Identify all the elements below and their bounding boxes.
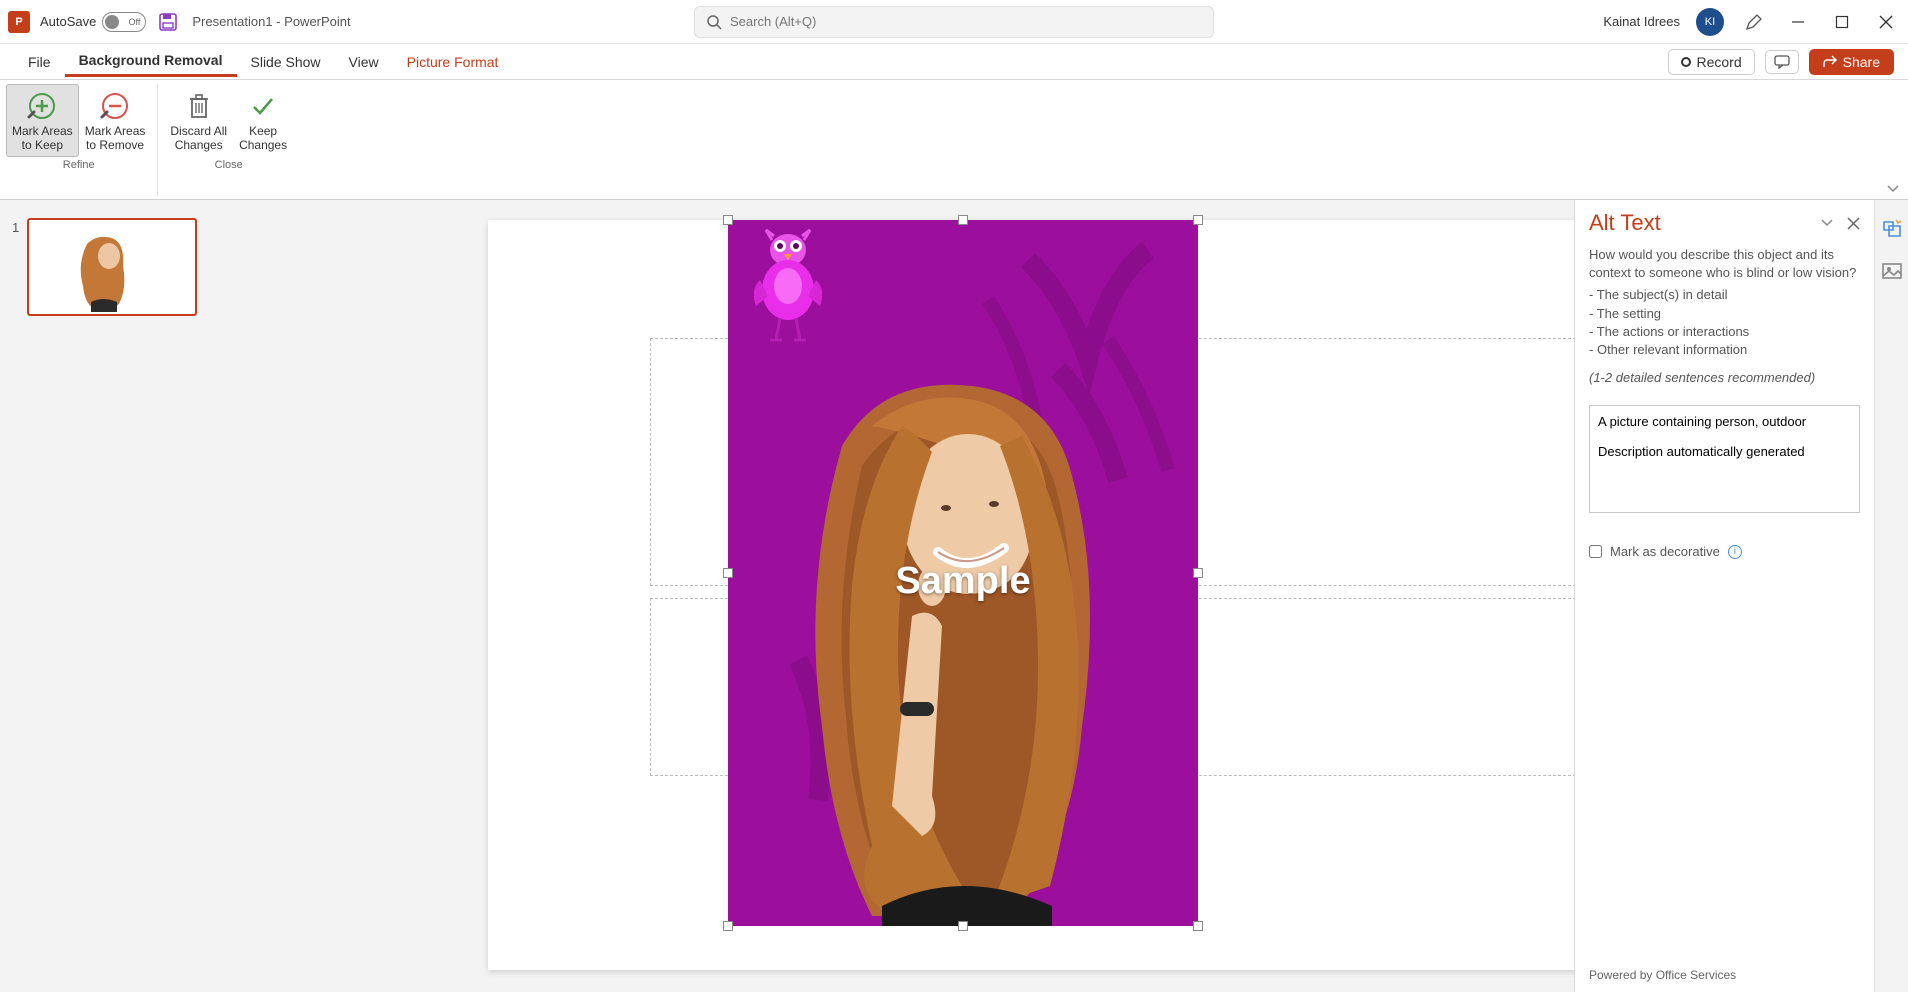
resize-handle[interactable] [958, 921, 968, 931]
record-icon [1681, 57, 1691, 67]
ribbon-tabs: File Background Removal Slide Show View … [0, 44, 1908, 80]
selected-picture[interactable]: Sample [728, 220, 1198, 926]
alt-footer: Powered by Office Services [1575, 958, 1874, 992]
discard-changes-button[interactable]: Discard All Changes [164, 84, 233, 157]
autosave-state: Off [129, 17, 141, 27]
tab-picture-format[interactable]: Picture Format [393, 48, 513, 76]
alt-bullet: Other relevant information [1589, 341, 1860, 359]
search-wrap [694, 6, 1214, 38]
user-avatar[interactable]: KI [1696, 8, 1724, 36]
resize-handle[interactable] [1193, 568, 1203, 578]
maximize-button[interactable] [1828, 8, 1856, 36]
keep-label: Keep Changes [239, 124, 287, 153]
designer-icon[interactable] [1881, 218, 1903, 240]
alt-hint: (1-2 detailed sentences recommended) [1589, 369, 1860, 387]
slide-thumbnail-1[interactable] [27, 218, 197, 316]
slide-number: 1 [12, 218, 19, 316]
alt-text-pane: Alt Text How would you describe this obj… [1574, 200, 1874, 992]
share-label: Share [1843, 54, 1880, 70]
record-label: Record [1697, 54, 1742, 70]
resize-handle[interactable] [723, 215, 733, 225]
mark-remove-label: Mark Areas to Remove [85, 124, 146, 153]
collapse-ribbon-icon[interactable] [1886, 181, 1900, 195]
comments-button[interactable] [1765, 50, 1799, 74]
thumb-person-icon [67, 232, 141, 312]
mark-areas-keep-button[interactable]: Mark Areas to Keep [6, 84, 79, 157]
record-button[interactable]: Record [1668, 49, 1755, 75]
resize-handle[interactable] [723, 568, 733, 578]
side-icon-rail [1874, 200, 1908, 992]
tab-slide-show[interactable]: Slide Show [237, 48, 335, 76]
tab-file[interactable]: File [14, 48, 65, 76]
autosave-toggle[interactable]: Off [102, 12, 146, 32]
search-icon [706, 14, 722, 30]
mark-decorative-label: Mark as decorative [1610, 543, 1720, 561]
resize-handle[interactable] [1193, 921, 1203, 931]
alt-question: How would you describe this object and i… [1589, 246, 1860, 282]
resize-handle[interactable] [723, 921, 733, 931]
alt-bullet: The subject(s) in detail [1589, 286, 1860, 304]
mark-decorative-checkbox[interactable] [1589, 545, 1602, 558]
group-refine-label: Refine [63, 157, 95, 173]
watermark-text: Sample [728, 560, 1198, 603]
person-illustration [782, 366, 1142, 926]
mark-decorative-row[interactable]: Mark as decorative i [1589, 543, 1860, 561]
discard-label: Discard All Changes [170, 124, 227, 153]
document-title: Presentation1 - PowerPoint [192, 14, 350, 29]
info-icon[interactable]: i [1728, 545, 1742, 559]
share-button[interactable]: Share [1809, 49, 1894, 75]
autosave-label: AutoSave [40, 14, 96, 29]
tab-background-removal[interactable]: Background Removal [65, 46, 237, 77]
search-input[interactable] [694, 6, 1214, 38]
alt-text-title: Alt Text [1589, 210, 1821, 236]
close-pane-icon[interactable] [1847, 217, 1860, 230]
alt-bullet: The actions or interactions [1589, 323, 1860, 341]
user-name: Kainat Idrees [1603, 14, 1680, 29]
app-icon: P [8, 11, 30, 33]
resize-handle[interactable] [1193, 215, 1203, 225]
mark-areas-remove-button[interactable]: Mark Areas to Remove [79, 84, 152, 157]
pen-icon[interactable] [1740, 8, 1768, 36]
ribbon: Mark Areas to Keep Mark Areas to Remove … [0, 80, 1908, 200]
save-icon[interactable] [158, 12, 178, 32]
close-button[interactable] [1872, 8, 1900, 36]
resize-handle[interactable] [958, 215, 968, 225]
picture-icon[interactable] [1881, 260, 1903, 282]
pane-options-icon[interactable] [1821, 217, 1833, 229]
title-bar: P AutoSave Off Presentation1 - PowerPoin… [0, 0, 1908, 44]
thumbnail-pane: 1 [0, 200, 232, 992]
alt-bullet: The setting [1589, 305, 1860, 323]
keep-changes-button[interactable]: Keep Changes [233, 84, 293, 157]
slide-canvas[interactable]: Sample [232, 200, 1574, 992]
bird-icon [746, 228, 836, 348]
tab-view[interactable]: View [335, 48, 393, 76]
main-area: 1 [0, 200, 1908, 992]
group-close-label: Close [215, 157, 243, 173]
minimize-button[interactable] [1784, 8, 1812, 36]
slide: Sample [488, 220, 1574, 970]
mark-keep-label: Mark Areas to Keep [12, 124, 73, 153]
alt-text-input[interactable] [1589, 405, 1860, 513]
